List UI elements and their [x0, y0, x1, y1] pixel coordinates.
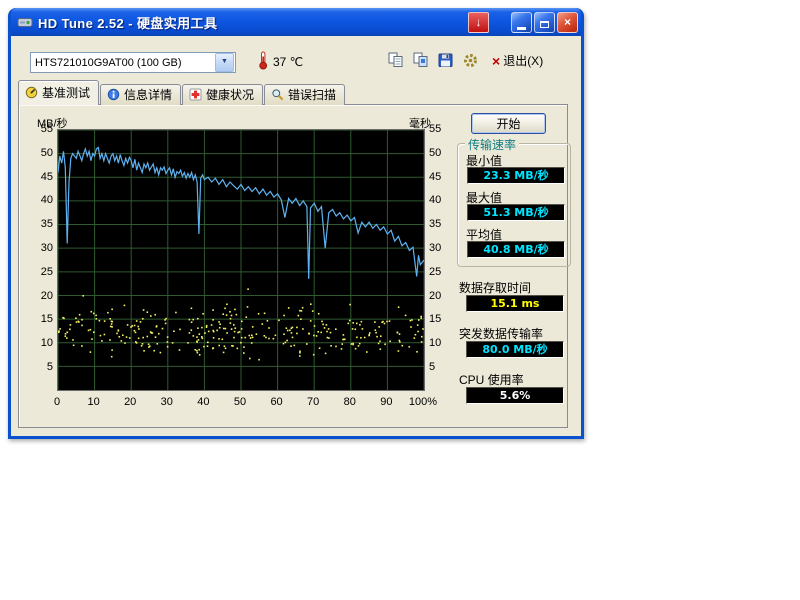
tick-label: 25 — [41, 266, 53, 278]
tick-label: 20 — [429, 290, 441, 302]
benchmark-plot-svg — [58, 130, 424, 390]
exit-label: 退出(X) — [503, 52, 543, 69]
results-column: 传输速率 最小值 23.3 MB/秒 最大值 51.3 MB/秒 平均值 40.… — [455, 105, 573, 429]
tick-label: 35 — [41, 218, 53, 230]
close-icon: × — [564, 15, 571, 29]
health-cross-icon — [189, 88, 202, 101]
tick-label: 30 — [149, 396, 185, 408]
desktop-background: HD Tune 2.52 - 硬盘实用工具 ↓ × HTS721010G9AT0… — [0, 0, 800, 600]
save-screenshot-button[interactable] — [435, 51, 457, 71]
tab-bar: 基准测试 信息详情 健康状况 错误扫描 — [18, 82, 346, 105]
access-time-value: 15.1 ms — [466, 295, 564, 312]
chevron-down-icon[interactable]: ▼ — [215, 53, 234, 72]
options-gear-icon — [462, 52, 480, 69]
download-arrow-icon: ↓ — [476, 15, 482, 29]
tick-label: 50 — [429, 147, 441, 159]
copy-text-button[interactable] — [385, 51, 407, 71]
tab-info-label: 信息详情 — [124, 86, 172, 103]
tick-label: 5 — [429, 361, 435, 373]
exit-button[interactable]: × 退出(X) — [492, 52, 543, 69]
tick-label: 40 — [41, 194, 53, 206]
tick-label: 0 — [39, 396, 75, 408]
tab-error-scan-label: 错误扫描 — [288, 86, 336, 103]
maximize-button[interactable] — [534, 12, 555, 33]
tick-label: 30 — [429, 242, 441, 254]
tab-health[interactable]: 健康状况 — [182, 84, 263, 105]
tab-benchmark-label: 基准测试 — [42, 84, 90, 101]
copy-image-button[interactable] — [410, 51, 432, 71]
benchmark-gauge-icon — [25, 86, 38, 99]
tick-label: 35 — [429, 218, 441, 230]
copy-image-icon — [412, 52, 430, 69]
benchmark-plot — [57, 129, 425, 391]
cpu-usage-label: CPU 使用率 — [459, 371, 524, 388]
tick-label: 5 — [47, 361, 53, 373]
drive-select-value: HTS721010G9AT00 (100 GB) — [35, 57, 182, 69]
tick-label: 10 — [429, 337, 441, 349]
burst-rate-value: 80.0 MB/秒 — [466, 341, 564, 358]
exit-x-icon: × — [492, 54, 500, 68]
tick-label: 10 — [41, 337, 53, 349]
minimize-button[interactable] — [511, 12, 532, 33]
drive-select[interactable]: HTS721010G9AT00 (100 GB) ▼ — [30, 52, 236, 73]
thermometer-icon — [258, 51, 269, 75]
benchmark-panel: 开始 MB/秒 毫秒 555045403530252015105 5550454… — [18, 104, 568, 428]
scan-magnifier-icon — [271, 88, 284, 101]
tick-label: 15 — [41, 313, 53, 325]
tab-info[interactable]: 信息详情 — [100, 84, 181, 105]
toolbar-icons — [385, 51, 482, 71]
tick-label: 25 — [429, 266, 441, 278]
tick-label: 70 — [295, 396, 331, 408]
minimize-icon — [517, 27, 526, 30]
transfer-rate-group-title: 传输速率 — [465, 136, 519, 153]
close-button[interactable]: × — [557, 12, 578, 33]
avg-value: 40.8 MB/秒 — [467, 241, 565, 258]
hdtune-window: HD Tune 2.52 - 硬盘实用工具 ↓ × HTS721010G9AT0… — [8, 8, 584, 439]
y-ticks-left: 55 50 45 40 35 30 25 20 15 10 5 — [25, 123, 53, 373]
burst-rate-label: 突发数据传输率 — [459, 325, 543, 342]
tab-health-label: 健康状况 — [206, 86, 254, 103]
tick-label: 15 — [429, 313, 441, 325]
info-icon — [107, 88, 120, 101]
tick-label: 10 — [76, 396, 112, 408]
app-icon — [17, 14, 33, 30]
copy-text-icon — [387, 52, 405, 69]
window-title: HD Tune 2.52 - 硬盘实用工具 — [38, 13, 217, 32]
update-button[interactable]: ↓ — [468, 12, 489, 33]
cpu-usage-value: 5.6% — [466, 387, 564, 404]
titlebar[interactable]: HD Tune 2.52 - 硬盘实用工具 ↓ × — [11, 8, 581, 36]
options-button[interactable] — [460, 51, 482, 71]
x-ticks: 0102030405060708090100% — [39, 396, 441, 408]
tick-label: 50 — [222, 396, 258, 408]
window-controls: ↓ × — [468, 12, 578, 33]
tick-label: 45 — [41, 171, 53, 183]
tick-label: 40 — [429, 194, 441, 206]
maximize-icon — [540, 21, 549, 28]
min-value: 23.3 MB/秒 — [467, 167, 565, 184]
tick-label: 45 — [429, 171, 441, 183]
window-client-area: HTS721010G9AT00 (100 GB) ▼ 37 ℃ — [11, 36, 581, 436]
tick-label: 55 — [429, 123, 441, 135]
tick-label: 20 — [41, 290, 53, 302]
tick-label: 30 — [41, 242, 53, 254]
tick-label: 60 — [259, 396, 295, 408]
tick-label: 100% — [405, 396, 441, 408]
tick-label: 40 — [185, 396, 221, 408]
tab-benchmark[interactable]: 基准测试 — [18, 80, 99, 105]
tick-label: 50 — [41, 147, 53, 159]
tick-label: 55 — [41, 123, 53, 135]
y-ticks-right: 55 50 45 40 35 30 25 20 15 10 5 — [429, 123, 457, 373]
temperature-value: 37 ℃ — [273, 55, 303, 69]
tab-error-scan[interactable]: 错误扫描 — [264, 84, 345, 105]
tick-label: 20 — [112, 396, 148, 408]
transfer-rate-group: 传输速率 最小值 23.3 MB/秒 最大值 51.3 MB/秒 平均值 40.… — [457, 143, 571, 267]
tick-label: 80 — [332, 396, 368, 408]
max-value: 51.3 MB/秒 — [467, 204, 565, 221]
save-icon — [437, 52, 455, 69]
tick-label: 90 — [368, 396, 404, 408]
access-time-label: 数据存取时间 — [459, 279, 531, 296]
